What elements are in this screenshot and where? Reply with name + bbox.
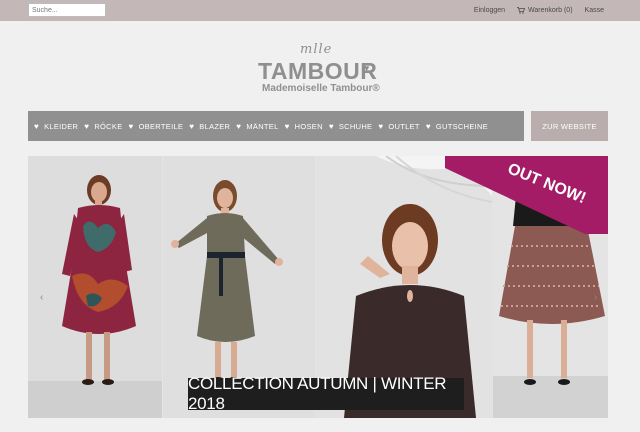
nav-item-roecke[interactable]: ♥ RÖCKE — [84, 122, 122, 131]
slider-caption: COLLECTION AUTUMN | WINTER 2018 — [188, 374, 464, 413]
nav-item-gutscheine[interactable]: ♥ GUTSCHEINE — [426, 122, 488, 131]
chevron-right-icon[interactable]: › — [594, 292, 597, 303]
heart-icon: ♥ — [425, 121, 431, 131]
slide-photo-1 — [28, 156, 162, 418]
heart-icon: ♥ — [284, 121, 290, 131]
nav-item-label: RÖCKE — [94, 121, 123, 131]
nav-item-kleider[interactable]: ♥ KLEIDER — [34, 122, 78, 131]
nav-item-label: SCHUHE — [338, 121, 373, 131]
checkout-link[interactable]: Kasse — [585, 7, 604, 14]
nav-item-blazer[interactable]: ♥ BLAZER — [189, 122, 230, 131]
nav-item-outlet[interactable]: ♥ OUTLET — [378, 122, 419, 131]
heart-icon: ♥ — [189, 121, 195, 131]
cart-label: Warenkorb (0) — [528, 7, 573, 14]
cart-icon — [517, 7, 526, 14]
heart-icon: ♥ — [34, 121, 40, 131]
cart-link[interactable]: Warenkorb (0) — [517, 7, 573, 14]
heart-icon: ♥ — [236, 121, 242, 131]
nav-item-schuhe[interactable]: ♥ SCHUHE — [329, 122, 373, 131]
chevron-left-icon[interactable]: ‹ — [40, 292, 43, 303]
logo-heart-icon: ♥ — [364, 63, 370, 73]
logo-script: mlle — [300, 42, 333, 57]
nav-item-label: OUTLET — [388, 121, 420, 131]
top-bar: Einloggen Warenkorb (0) Kasse — [0, 0, 640, 21]
nav-item-oberteile[interactable]: ♥ OBERTEILE — [129, 122, 184, 131]
nav-item-label: KLEIDER — [44, 121, 79, 131]
nav-item-label: GUTSCHEINE — [435, 121, 489, 131]
nav-item-label: MÄNTEL — [246, 121, 279, 131]
search-input[interactable] — [28, 3, 106, 17]
nav-item-label: OBERTEILE — [138, 121, 184, 131]
heart-icon: ♥ — [128, 121, 134, 131]
logo-subtitle: Mademoiselle Tambour® — [262, 83, 380, 94]
nav-item-label: BLAZER — [199, 121, 231, 131]
login-link[interactable]: Einloggen — [474, 7, 505, 14]
top-links: Einloggen Warenkorb (0) Kasse — [474, 0, 604, 21]
heart-icon: ♥ — [328, 121, 334, 131]
heart-icon: ♥ — [84, 121, 90, 131]
heart-icon: ♥ — [378, 121, 384, 131]
out-now-badge: OUT NOW! — [445, 156, 608, 234]
nav-item-hosen[interactable]: ♥ HOSEN — [285, 122, 323, 131]
website-button[interactable]: ZUR WEBSITE — [531, 111, 608, 141]
nav-item-label: HOSEN — [294, 121, 323, 131]
nav-item-maentel[interactable]: ♥ MÄNTEL — [236, 122, 278, 131]
logo-wordmark: TAMBOUR — [258, 58, 378, 84]
model-photo-1 — [28, 156, 162, 418]
main-nav: ♥ KLEIDER ♥ RÖCKE ♥ OBERTEILE ♥ BLAZER ♥ MÄNT… — [28, 111, 524, 141]
